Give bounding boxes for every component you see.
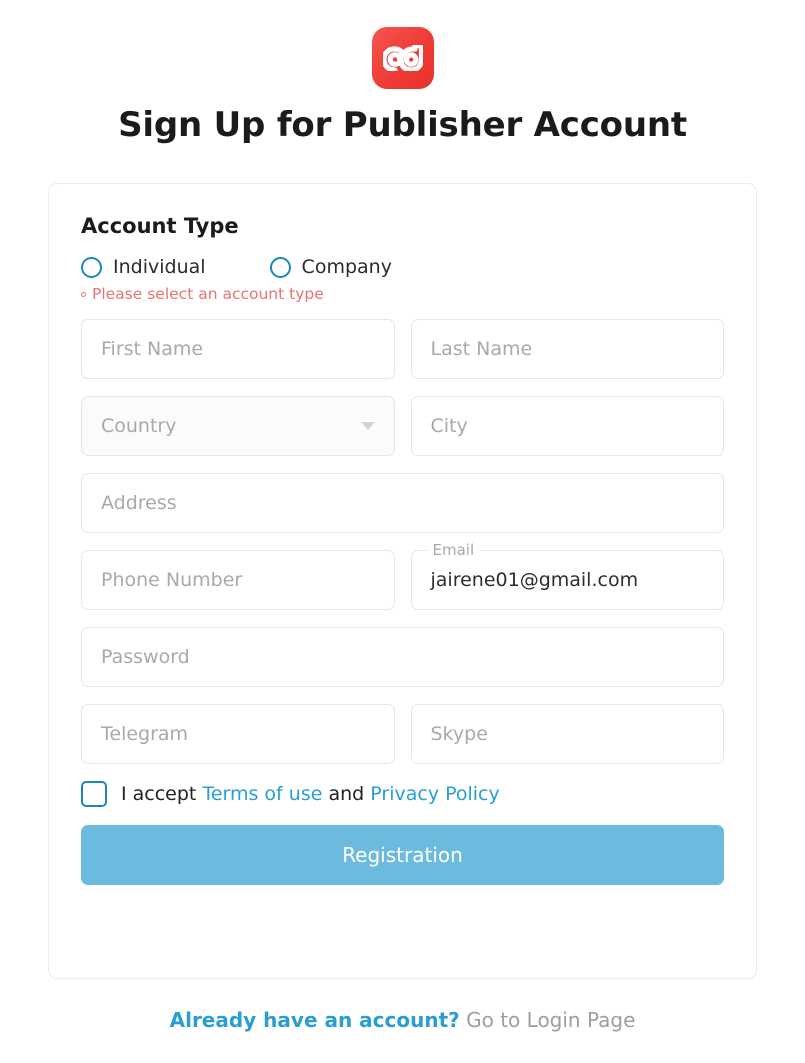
chevron-down-icon[interactable] bbox=[360, 422, 375, 430]
city-field[interactable]: City bbox=[410, 396, 724, 456]
logo-container bbox=[0, 0, 805, 89]
telegram-input[interactable]: Telegram bbox=[81, 704, 395, 764]
password-field[interactable]: Password bbox=[81, 627, 724, 687]
skype-field[interactable]: Skype bbox=[410, 704, 724, 764]
terms-accept-label: I accept bbox=[121, 783, 197, 805]
password-row: Password bbox=[81, 627, 724, 687]
signup-card: Account Type Individual Company Please s… bbox=[48, 183, 757, 979]
privacy-policy-link[interactable]: Privacy Policy bbox=[370, 783, 499, 805]
error-bullet-icon bbox=[81, 291, 86, 297]
last-name-field[interactable]: Last Name bbox=[410, 319, 724, 379]
radio-option-company[interactable]: Company bbox=[269, 256, 392, 278]
radio-label-company: Company bbox=[301, 256, 392, 278]
email-float-label: Email bbox=[426, 541, 481, 559]
signup-page: Sign Up for Publisher Account Account Ty… bbox=[0, 0, 805, 1063]
login-footer: Already have an account? Go to Login Pag… bbox=[0, 1008, 805, 1032]
phone-field[interactable]: Phone Number bbox=[81, 550, 395, 610]
ad-monogram-logo-icon bbox=[371, 27, 434, 89]
email-input[interactable]: jairene01@gmail.com bbox=[410, 550, 724, 610]
location-row: Country City bbox=[81, 396, 724, 456]
first-name-input[interactable]: First Name bbox=[81, 319, 395, 379]
skype-input[interactable]: Skype bbox=[410, 704, 724, 764]
country-field[interactable]: Country bbox=[81, 396, 395, 456]
radio-circle-icon[interactable] bbox=[81, 256, 102, 278]
first-name-field[interactable]: First Name bbox=[81, 319, 395, 379]
country-select-value: Country bbox=[101, 415, 177, 437]
radio-option-individual[interactable]: Individual bbox=[81, 256, 206, 278]
page-title: Sign Up for Publisher Account bbox=[118, 105, 687, 145]
phone-input[interactable]: Phone Number bbox=[81, 550, 395, 610]
country-select[interactable]: Country bbox=[81, 396, 395, 456]
last-name-input[interactable]: Last Name bbox=[410, 319, 724, 379]
account-type-error-message: Please select an account type bbox=[81, 285, 724, 303]
radio-label-individual: Individual bbox=[113, 256, 206, 278]
radio-circle-icon[interactable] bbox=[269, 256, 291, 278]
account-type-radio-group: Individual Company bbox=[81, 256, 724, 278]
messenger-row: Telegram Skype bbox=[81, 704, 724, 764]
contact-row: Phone Number Email jairene01@gmail.com bbox=[81, 541, 724, 610]
already-have-account-link[interactable]: Already have an account? bbox=[170, 1008, 460, 1032]
go-to-login-label[interactable]: Go to Login Page bbox=[466, 1008, 635, 1032]
city-input[interactable]: City bbox=[410, 396, 724, 456]
email-field[interactable]: Email jairene01@gmail.com bbox=[410, 541, 724, 610]
error-text-label: Please select an account type bbox=[92, 285, 324, 303]
address-row: Address bbox=[81, 473, 724, 533]
address-input[interactable]: Address bbox=[81, 473, 724, 533]
terms-row: I accept Terms of use and Privacy Policy bbox=[81, 781, 724, 807]
terms-of-use-link[interactable]: Terms of use bbox=[202, 783, 322, 805]
name-row: First Name Last Name bbox=[81, 319, 724, 379]
account-type-heading: Account Type bbox=[81, 214, 239, 238]
password-input[interactable]: Password bbox=[81, 627, 724, 687]
registration-button[interactable]: Registration bbox=[81, 825, 724, 885]
terms-and-label: and bbox=[328, 783, 365, 805]
terms-text: I accept Terms of use and Privacy Policy bbox=[121, 783, 500, 805]
address-field[interactable]: Address bbox=[81, 473, 724, 533]
telegram-field[interactable]: Telegram bbox=[81, 704, 395, 764]
accept-terms-checkbox[interactable] bbox=[81, 781, 107, 807]
